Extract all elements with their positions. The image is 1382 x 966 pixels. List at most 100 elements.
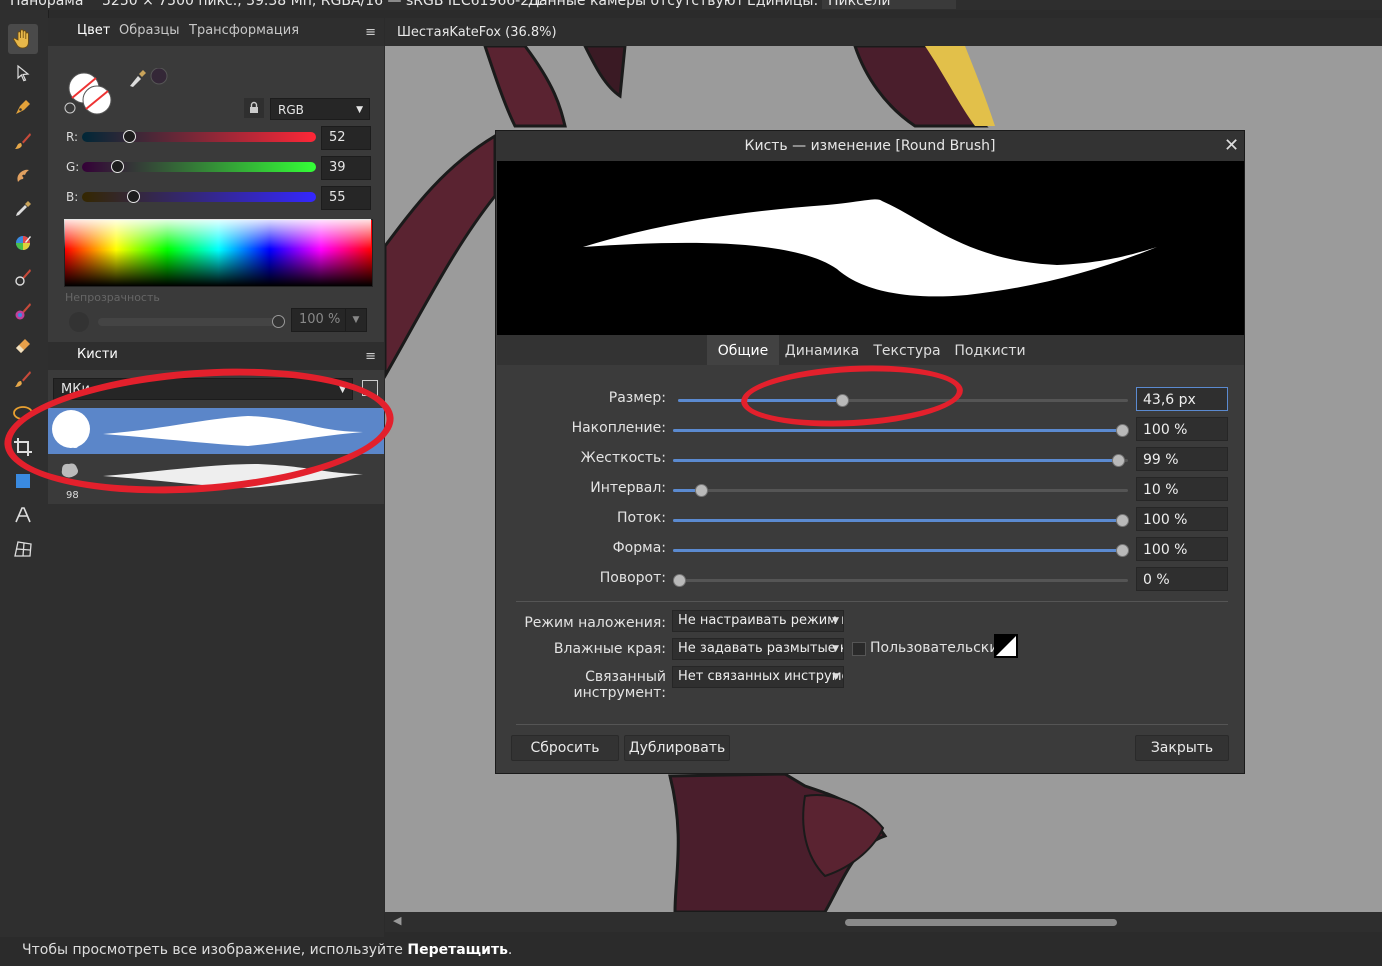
linked-tool-label: Связанный инструмент:: [573, 669, 666, 701]
spacing-slider-knob[interactable]: [695, 484, 709, 497]
color-model-select[interactable]: RGB ▼: [270, 98, 370, 120]
brush-category-select[interactable]: МКи ▼: [53, 378, 353, 400]
g-slider-knob[interactable]: [111, 160, 125, 173]
r-value-field[interactable]: 52: [321, 126, 371, 150]
shape-slider-knob[interactable]: [1116, 544, 1129, 557]
hardness-value-field[interactable]: 99 %: [1136, 447, 1228, 471]
rotation-label: Поворот:: [599, 570, 666, 586]
context-persona[interactable]: Панорама: [10, 0, 83, 9]
spacing-slider-fill: [673, 489, 696, 492]
brush-item[interactable]: 98: [48, 454, 384, 504]
wet-edges-select[interactable]: Не задавать размытые к ▼: [672, 638, 844, 660]
rotation-slider[interactable]: [673, 574, 1128, 587]
smudge-tool[interactable]: [8, 160, 38, 190]
units-select[interactable]: Пиксели: [822, 0, 956, 9]
flow-slider-knob[interactable]: [1116, 514, 1129, 527]
brush-alt-icon: [15, 269, 31, 286]
b-slider-knob[interactable]: [127, 190, 141, 203]
b-slider[interactable]: [82, 190, 316, 203]
hardness-slider[interactable]: [673, 454, 1128, 467]
shape-value-field[interactable]: 100 %: [1136, 537, 1228, 561]
duplicate-button[interactable]: Дублировать: [624, 735, 730, 761]
brush-options-icon[interactable]: [362, 380, 378, 396]
b-value-field[interactable]: 55: [321, 186, 371, 210]
fill-brush-tool[interactable]: [8, 364, 38, 394]
g-slider[interactable]: [82, 160, 316, 173]
g-value-field[interactable]: 39: [321, 156, 371, 180]
tab-general[interactable]: Общие: [707, 335, 779, 365]
close-button[interactable]: Закрыть: [1135, 735, 1229, 761]
eyedropper-icon[interactable]: [128, 68, 172, 88]
fill-stroke-swatch[interactable]: [64, 68, 118, 120]
shape-label: Форма:: [612, 540, 666, 556]
rectangle-tool[interactable]: [8, 466, 38, 496]
opacity-value-field[interactable]: 100 % ▼: [291, 308, 367, 332]
pen-tool[interactable]: [8, 92, 38, 122]
size-value-field[interactable]: 43,6 px: [1136, 387, 1228, 411]
rotation-slider-knob[interactable]: [673, 574, 686, 587]
eraser-tool[interactable]: [8, 330, 38, 360]
tab-transform[interactable]: Трансформация: [189, 23, 299, 38]
color-picker-tool[interactable]: [8, 194, 38, 224]
wet-edges-label: Влажные края:: [553, 641, 666, 657]
crop-tool[interactable]: [8, 432, 38, 462]
opacity-slider-knob[interactable]: [272, 315, 285, 328]
lock-icon[interactable]: [244, 98, 264, 118]
paint-brush-tool[interactable]: [8, 126, 38, 156]
opacity-value: 100 %: [299, 312, 341, 327]
accumulation-slider-knob[interactable]: [1116, 424, 1129, 437]
tab-brushes[interactable]: Кисти: [77, 347, 118, 362]
linked-tool-select[interactable]: Нет связанных инструме ▼: [672, 666, 844, 688]
tab-swatches[interactable]: Образцы: [119, 23, 180, 38]
brush-stroke-preview: [103, 416, 363, 446]
size-label: Размер:: [608, 390, 666, 406]
hardness-slider-knob[interactable]: [1111, 454, 1125, 467]
blend-mode-select[interactable]: Не настраивать режим н ▼: [672, 610, 844, 632]
flow-value-field[interactable]: 100 %: [1136, 507, 1228, 531]
accumulation-label: Накопление:: [571, 420, 666, 436]
color-spectrum[interactable]: [64, 219, 373, 287]
r-slider[interactable]: [82, 130, 316, 143]
horizontal-scrollbar[interactable]: ◀: [385, 912, 1382, 932]
document-tab[interactable]: ШестаяKateFox (36.8%): [397, 25, 557, 40]
accumulation-slider[interactable]: [673, 424, 1129, 437]
tab-dynamics[interactable]: Динамика: [781, 335, 863, 365]
text-tool[interactable]: [8, 500, 38, 530]
custom-checkbox[interactable]: [852, 642, 866, 656]
move-tool[interactable]: [8, 58, 38, 88]
panel-menu-icon[interactable]: ≡: [365, 25, 376, 40]
size-slider[interactable]: [678, 394, 1128, 407]
custom-curve-swatch[interactable]: [994, 634, 1018, 658]
flow-slider[interactable]: [673, 514, 1129, 527]
close-icon[interactable]: ✕: [1224, 135, 1239, 156]
spacing-slider[interactable]: [673, 484, 1128, 497]
smudge-icon: [17, 169, 29, 182]
spacing-value-field[interactable]: 10 %: [1136, 477, 1228, 501]
linked-tool-value: Нет связанных инструме: [678, 669, 844, 684]
scroll-thumb[interactable]: [845, 919, 1117, 926]
mesh-warp-tool[interactable]: [8, 534, 38, 564]
size-slider-knob[interactable]: [835, 394, 849, 407]
brushes-menu-icon[interactable]: ≡: [365, 349, 376, 364]
rotation-value-field[interactable]: 0 %: [1136, 567, 1228, 591]
color-wheel-tool[interactable]: [8, 228, 38, 258]
hand-tool[interactable]: [8, 24, 38, 54]
r-slider-knob[interactable]: [122, 130, 136, 143]
scroll-left-icon[interactable]: ◀: [393, 914, 401, 927]
opacity-label: Непрозрачность: [65, 291, 160, 304]
tab-texture[interactable]: Текстура: [867, 335, 947, 365]
reset-button[interactable]: Сбросить: [511, 735, 619, 761]
brush-alt-tool[interactable]: [8, 262, 38, 292]
brush-color-tool[interactable]: [8, 296, 38, 326]
status-hint-bold: Перетащить: [407, 942, 508, 958]
brush-item-selected[interactable]: 43: [48, 408, 384, 454]
tab-subbrushes[interactable]: Подкисти: [949, 335, 1031, 365]
tab-color[interactable]: Цвет: [77, 23, 110, 38]
brushes-panel-header: Кисти ≡: [48, 342, 384, 370]
opacity-slider[interactable]: [98, 315, 285, 328]
ellipse-tool[interactable]: [8, 398, 38, 428]
text-icon: [15, 507, 31, 523]
accumulation-value-field[interactable]: 100 %: [1136, 417, 1228, 441]
shape-slider[interactable]: [673, 544, 1129, 557]
hardness-slider-fill: [673, 459, 1124, 462]
